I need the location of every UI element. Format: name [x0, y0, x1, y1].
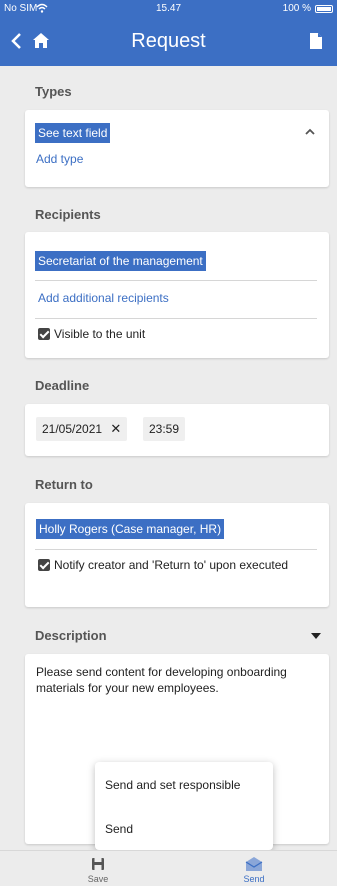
- checkbox-icon[interactable]: [38, 328, 50, 340]
- add-type-link[interactable]: Add type: [36, 152, 83, 166]
- types-heading: Types: [35, 84, 72, 99]
- time-field[interactable]: 23:59: [143, 417, 186, 441]
- nav-bar: Request: [0, 18, 337, 66]
- return-to-chip[interactable]: Holly Rogers (Case manager, HR): [36, 519, 225, 539]
- visible-to-unit-row[interactable]: Visible to the unit: [38, 326, 145, 342]
- save-label: Save: [87, 874, 109, 884]
- types-card: See text field Add type: [25, 110, 329, 187]
- divider: [35, 318, 317, 319]
- recipient-chip[interactable]: Secretariat of the management: [35, 251, 206, 271]
- status-bar: No SIM 15.47 100 %: [0, 0, 337, 18]
- save-button[interactable]: Save: [78, 857, 118, 884]
- send-icon: [245, 857, 263, 871]
- bottom-toolbar: Save Send: [0, 850, 337, 886]
- visible-to-unit-label: Visible to the unit: [54, 327, 146, 341]
- return-to-card: Holly Rogers (Case manager, HR) Notify c…: [25, 503, 329, 607]
- send-option[interactable]: Send: [105, 822, 133, 836]
- recipients-heading: Recipients: [35, 207, 101, 222]
- caret-down-icon[interactable]: [311, 633, 321, 639]
- date-value: 21/05/2021: [42, 422, 103, 436]
- save-icon: [92, 858, 104, 870]
- deadline-heading: Deadline: [35, 378, 90, 393]
- send-and-set-responsible-option[interactable]: Send and set responsible: [105, 778, 240, 792]
- notify-row[interactable]: Notify creator and 'Return to' upon exec…: [38, 557, 308, 573]
- divider: [35, 549, 317, 550]
- send-menu: Send and set responsible Send: [95, 762, 273, 850]
- date-field[interactable]: 21/05/2021 ✕: [36, 417, 128, 441]
- document-icon[interactable]: [309, 32, 323, 50]
- return-to-heading: Return to: [35, 477, 93, 492]
- checkbox-icon[interactable]: [38, 559, 50, 571]
- type-chip[interactable]: See text field: [35, 123, 111, 143]
- notify-label: Notify creator and 'Return to' upon exec…: [54, 558, 289, 572]
- divider: [35, 280, 317, 281]
- battery-icon: [315, 5, 333, 13]
- clear-date-icon[interactable]: ✕: [110, 421, 121, 436]
- page-title: Request: [131, 30, 206, 52]
- deadline-card: 21/05/2021 ✕ 23:59: [25, 404, 329, 456]
- description-heading: Description: [35, 628, 107, 643]
- battery-label: 100 %: [282, 3, 311, 14]
- chevron-up-icon[interactable]: [305, 128, 315, 135]
- description-text[interactable]: Please send content for developing onboa…: [36, 664, 326, 696]
- send-label: Send: [243, 874, 265, 884]
- recipients-card: Secretariat of the management Add additi…: [25, 232, 329, 358]
- send-button[interactable]: Send: [234, 857, 274, 884]
- add-recipients-link[interactable]: Add additional recipients: [38, 291, 169, 305]
